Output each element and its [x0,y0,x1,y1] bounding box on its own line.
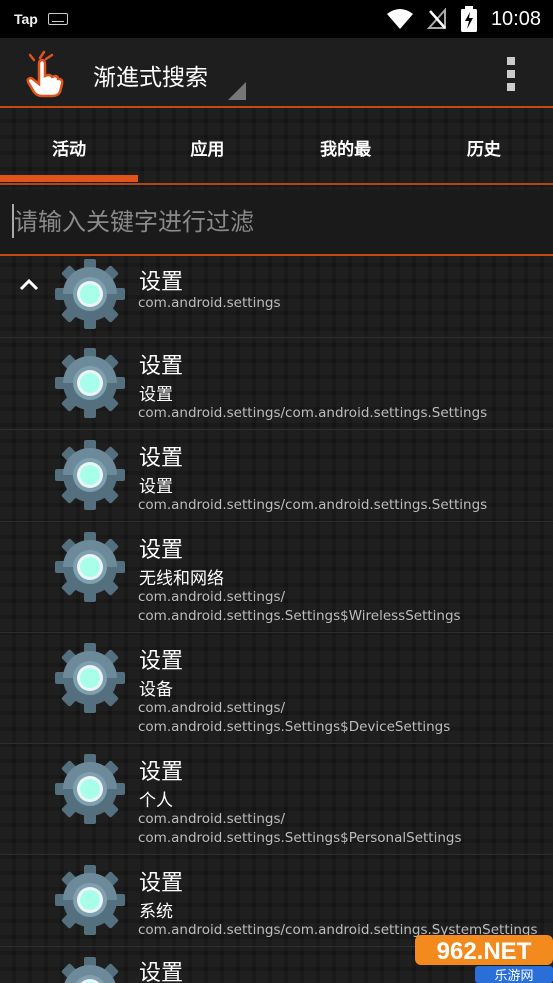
item-title: 设置 [139,538,184,563]
tabs-divider [0,183,553,185]
settings-gear-icon [55,643,125,713]
settings-gear-icon [55,259,125,329]
app-bar: 渐進式搜索 [0,38,553,108]
settings-gear-icon [55,957,125,983]
settings-gear-icon [55,754,125,824]
item-subtitle: 设备 [139,680,173,700]
tab-bar: 活动 应用 我的最 历史 [0,110,553,184]
search-input[interactable] [14,202,534,242]
watermark-site: 乐游网 [494,969,533,983]
item-title: 设置 [139,446,184,471]
list-item[interactable]: 设置 设置 com.android.settings/com.android.s… [0,338,553,430]
item-subtitle: 设置 [139,385,173,405]
tab-history[interactable]: 历史 [415,110,553,184]
item-package-line1: com.android.settings/ [138,811,286,827]
tap-hand-icon[interactable] [22,50,66,98]
watermark-brand: 962.NET [437,938,532,965]
item-package-line2: com.android.settings.Settings$WirelessSe… [138,608,461,624]
app-title: 渐進式搜索 [93,65,208,91]
item-package-line2: com.android.settings.Settings$DeviceSett… [138,719,451,735]
site-watermark-logo: 962.NET 乐游网 [415,935,553,983]
title-dropdown-indicator[interactable] [228,82,246,100]
item-title: 设置 [139,961,184,983]
search-bar [0,190,553,256]
item-title: 设置 [139,270,184,295]
item-subtitle: 系统 [139,902,173,922]
tab-selected-indicator [0,175,138,182]
settings-gear-icon [55,865,125,935]
item-package: com.android.settings/com.android.setting… [138,497,488,513]
item-package: com.android.settings/com.android.setting… [138,405,488,421]
item-title: 设置 [139,871,184,896]
list-item[interactable]: 设置 com.android.settings [0,258,553,338]
list-item[interactable]: 设置 个人 com.android.settings/ com.android.… [0,744,553,855]
result-list: 设置 com.android.settings 设置 设置 com.androi… [0,258,553,983]
status-bar: Tap 10:08 [0,0,553,38]
settings-gear-icon [55,348,125,418]
keyboard-icon [47,13,68,25]
item-package: com.android.settings [138,295,281,311]
status-app-label: Tap [14,11,38,27]
overflow-menu-icon[interactable] [507,57,517,91]
item-package-line2: com.android.settings.Settings$PersonalSe… [138,830,462,846]
list-item[interactable]: 设置 无线和网络 com.android.settings/ com.andro… [0,522,553,633]
item-title: 设置 [139,354,184,379]
tab-apps[interactable]: 应用 [138,110,276,184]
settings-gear-icon [55,532,125,602]
battery-charging-icon [460,6,477,32]
settings-gear-icon [55,440,125,510]
item-title: 设置 [139,760,184,785]
wifi-icon [386,9,413,29]
item-subtitle: 无线和网络 [139,569,224,589]
no-signal-icon [426,8,446,29]
item-package-line1: com.android.settings/ [138,700,286,716]
tab-favorites[interactable]: 我的最 [277,110,415,184]
chevron-up-icon[interactable] [18,274,40,296]
item-subtitle: 个人 [139,791,173,811]
tab-activity[interactable]: 活动 [0,110,138,184]
item-title: 设置 [139,649,184,674]
list-item[interactable]: 设置 设备 com.android.settings/ com.android.… [0,633,553,744]
list-item[interactable]: 设置 设置 com.android.settings/com.android.s… [0,430,553,522]
status-clock: 10:08 [490,7,541,30]
item-subtitle: 设置 [139,477,173,497]
item-package-line1: com.android.settings/ [138,589,286,605]
